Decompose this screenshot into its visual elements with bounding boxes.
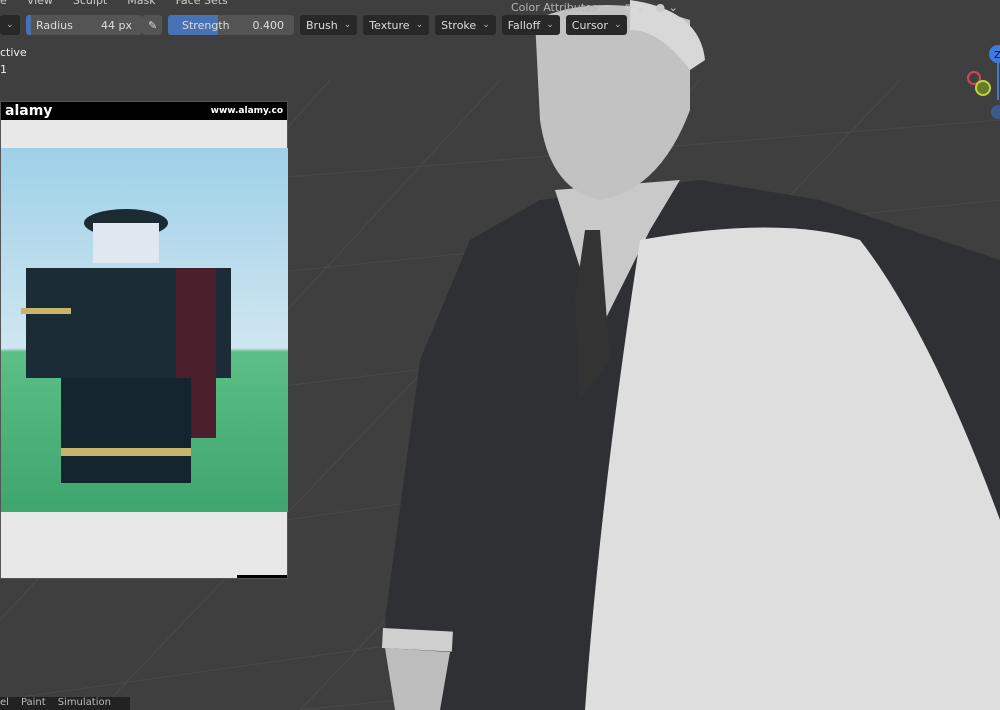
menu-mask[interactable]: Mask xyxy=(127,0,155,8)
reference-photo xyxy=(1,148,288,512)
shading-icon[interactable]: ● ⌄ xyxy=(655,1,677,14)
cursor-menu[interactable]: Cursor ⌄ xyxy=(565,15,628,35)
viewport-info-line2: 1 xyxy=(0,63,7,76)
reference-watermark-bar: alamy www.alamy.co xyxy=(1,102,287,120)
stroke-menu[interactable]: Stroke ⌄ xyxy=(435,15,496,35)
brush-menu[interactable]: Brush ⌄ xyxy=(300,15,358,35)
chevron-down-icon: ⌄ xyxy=(415,20,424,30)
pressure-pen-icon[interactable]: ✎ xyxy=(142,15,162,35)
tab-simulation[interactable]: Simulation xyxy=(58,697,111,710)
menu-view[interactable]: View xyxy=(27,0,53,8)
falloff-menu[interactable]: Falloff ⌄ xyxy=(501,15,560,35)
menu-face-sets[interactable]: Face Sets xyxy=(176,0,228,8)
tab-model[interactable]: el xyxy=(0,697,9,710)
chevron-down-icon: ⌄ xyxy=(6,20,14,30)
chevron-down-icon: ⌄ xyxy=(482,20,490,30)
reference-image[interactable]: alamy www.alamy.co xyxy=(0,101,288,579)
chevron-down-icon: ⌄ xyxy=(546,20,554,30)
tool-settings-bar: ⌄ Radius 44 px ✎ Strength 0.400 Brush ⌄ T… xyxy=(0,14,628,36)
strength-slider[interactable]: Strength 0.400 xyxy=(168,15,294,35)
navigation-gizmo[interactable]: Z xyxy=(960,40,1000,130)
radius-slider[interactable]: Radius 44 px xyxy=(26,15,142,35)
symmetry-icon[interactable]: ⧻ ⌄ xyxy=(624,1,646,14)
chevron-down-icon: ⌄ xyxy=(343,20,352,30)
viewport-info-line1: ctive xyxy=(0,46,27,59)
mode-menu[interactable]: e xyxy=(0,0,7,8)
texture-menu[interactable]: Texture ⌄ xyxy=(363,15,430,35)
3d-viewport[interactable]: e View Sculpt Mask Face Sets Color Attri… xyxy=(0,0,1000,710)
menu-bar: e View Sculpt Mask Face Sets xyxy=(0,0,228,8)
gizmo-z-label: Z xyxy=(994,50,1000,61)
color-attributes-dropdown[interactable]: Color Attributes xyxy=(511,1,598,14)
workspace-tabs: el Paint Simulation xyxy=(0,697,130,710)
brush-dropdown-left[interactable]: ⌄ xyxy=(0,15,20,35)
chevron-down-icon: ⌄ xyxy=(613,20,622,30)
tab-paint[interactable]: Paint xyxy=(21,697,46,710)
menu-sculpt[interactable]: Sculpt xyxy=(73,0,107,8)
roblox-character-figure xyxy=(21,209,231,483)
header-right: Color Attributes ⧻ ⌄ ● ⌄ xyxy=(495,0,678,14)
